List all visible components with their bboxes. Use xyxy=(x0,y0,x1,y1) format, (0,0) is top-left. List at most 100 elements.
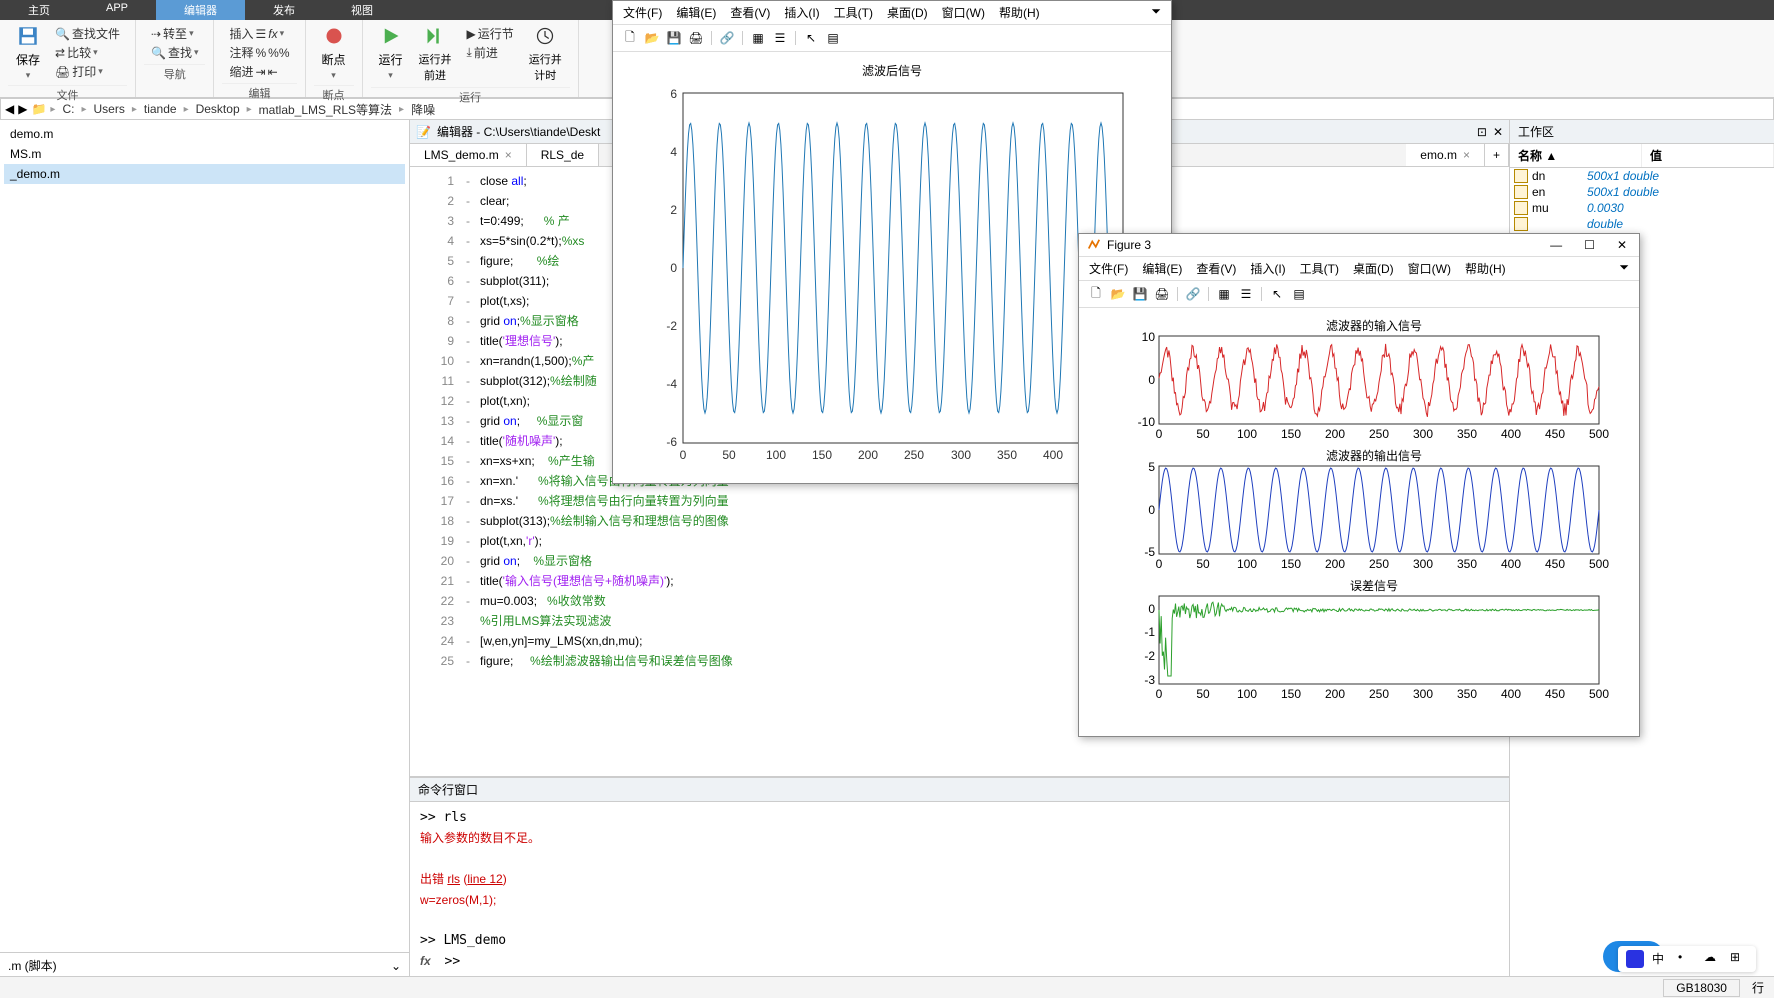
find-button[interactable]: 🔍查找▾ xyxy=(148,43,202,62)
encoding-indicator[interactable]: GB18030 xyxy=(1663,979,1740,997)
tab-home[interactable]: 主页 xyxy=(0,0,78,20)
file-item[interactable]: MS.m xyxy=(4,144,405,164)
cloud-icon[interactable]: ☁ xyxy=(1704,950,1722,968)
crumb[interactable]: matlab_LMS_RLS等算法 xyxy=(256,101,395,118)
run-time-button[interactable]: 运行并 计时 xyxy=(521,22,570,87)
baidu-icon[interactable] xyxy=(1626,950,1644,968)
menu-view[interactable]: 查看(V) xyxy=(1196,260,1236,277)
close-icon[interactable]: ✕ xyxy=(1613,238,1631,252)
open-icon[interactable]: 📂 xyxy=(643,29,661,47)
command-window-body[interactable]: >> rls 输入参数的数目不足。 出错 rls (line 12) w=zer… xyxy=(410,802,1509,978)
print-icon[interactable]: 🖨 xyxy=(687,29,705,47)
tab-editor[interactable]: 编辑器 xyxy=(156,0,245,20)
plot-tools-icon[interactable]: ▤ xyxy=(1290,285,1308,303)
pointer-icon[interactable]: ↖ xyxy=(1268,285,1286,303)
save-icon[interactable]: 💾 xyxy=(1131,285,1149,303)
crumb[interactable]: 降噪 xyxy=(408,101,438,118)
menu-insert[interactable]: 插入(I) xyxy=(784,4,819,21)
compare-button[interactable]: ⇄比较▾ xyxy=(52,43,123,62)
print-icon[interactable]: 🖨 xyxy=(1153,285,1171,303)
fwd-icon[interactable]: ▶ xyxy=(18,102,27,116)
dropdown-icon[interactable]: ⌄ xyxy=(391,959,401,973)
punct-icon[interactable]: • xyxy=(1678,950,1696,968)
minimize-icon[interactable]: — xyxy=(1546,238,1566,252)
indent-button[interactable]: 缩进 ⇥ ⇤ xyxy=(226,62,292,81)
plot-tools-icon[interactable]: ▤ xyxy=(824,29,842,47)
menu-window[interactable]: 窗口(W) xyxy=(1408,260,1451,277)
col-value[interactable]: 值 xyxy=(1642,144,1774,167)
maximize-icon[interactable]: ☐ xyxy=(1580,238,1599,252)
run-button[interactable]: 运行 ▾ xyxy=(371,22,411,87)
menu-edit[interactable]: 编辑(E) xyxy=(676,4,716,21)
run-section-button[interactable]: ▶运行节 xyxy=(464,24,517,43)
save-label: 保存 xyxy=(16,51,40,68)
run-advance-button[interactable]: 运行并 前进 xyxy=(411,22,460,87)
crumb[interactable]: tiande xyxy=(141,102,180,116)
menu-insert[interactable]: 插入(I) xyxy=(1250,260,1285,277)
menu-desktop[interactable]: 桌面(D) xyxy=(887,4,928,21)
grid-icon[interactable]: ⊞ xyxy=(1730,950,1748,968)
menu-desktop[interactable]: 桌面(D) xyxy=(1353,260,1394,277)
find-files-button[interactable]: 🔍查找文件 xyxy=(52,24,123,43)
menu-view[interactable]: 查看(V) xyxy=(730,4,770,21)
tab-app[interactable]: APP xyxy=(78,0,156,20)
figure-window-3[interactable]: Figure 3 — ☐ ✕ 文件(F) 编辑(E) 查看(V) 插入(I) 工… xyxy=(1078,233,1640,737)
comment-button[interactable]: 注释 % %% xyxy=(226,43,292,62)
close-tab-icon[interactable]: × xyxy=(505,148,512,162)
new-fig-icon[interactable]: 🗋 xyxy=(1087,285,1105,303)
editor-tab[interactable]: LMS_demo.m × xyxy=(410,144,527,166)
figure-menu: 文件(F) 编辑(E) 查看(V) 插入(I) 工具(T) 桌面(D) 窗口(W… xyxy=(613,1,1171,25)
save-button[interactable]: 保存 ▾ xyxy=(8,22,48,85)
back-icon[interactable]: ◀ xyxy=(5,102,14,116)
breakpoints-button[interactable]: 断点 ▾ xyxy=(314,22,354,85)
pointer-icon[interactable]: ↖ xyxy=(802,29,820,47)
subplot-title: 滤波器的输入信号 xyxy=(1326,318,1422,333)
crumb[interactable]: C: xyxy=(59,102,77,116)
close-tab-icon[interactable]: × xyxy=(1463,148,1470,162)
editor-tab[interactable]: RLS_de xyxy=(527,144,599,166)
goto-button[interactable]: ⇢转至▾ xyxy=(148,24,202,43)
menu-file[interactable]: 文件(F) xyxy=(623,4,662,21)
menu-more-icon[interactable]: ⏷ xyxy=(1151,4,1161,21)
insert-button[interactable]: 插入 ☰ fx ▾ xyxy=(226,24,292,43)
crumb[interactable]: Users xyxy=(90,102,127,116)
svg-text:-10: -10 xyxy=(1138,415,1156,429)
advance-button[interactable]: ⤓前进 xyxy=(464,43,517,62)
new-tab-button[interactable]: + xyxy=(1485,144,1509,166)
open-icon[interactable]: 📂 xyxy=(1109,285,1127,303)
col-name[interactable]: 名称 ▲ xyxy=(1510,144,1642,167)
menu-help[interactable]: 帮助(H) xyxy=(1465,260,1506,277)
subplot-title: 滤波器的输出信号 xyxy=(1326,448,1422,463)
menu-help[interactable]: 帮助(H) xyxy=(999,4,1040,21)
tab-publish[interactable]: 发布 xyxy=(245,0,323,20)
save-icon[interactable]: 💾 xyxy=(665,29,683,47)
colorbar-icon[interactable]: ▦ xyxy=(749,29,767,47)
figure-titlebar[interactable]: Figure 3 — ☐ ✕ xyxy=(1079,234,1639,257)
legend-icon[interactable]: ☰ xyxy=(1237,285,1255,303)
menu-tools[interactable]: 工具(T) xyxy=(1300,260,1339,277)
menu-more-icon[interactable]: ⏷ xyxy=(1619,260,1629,277)
editor-tab[interactable]: emo.m× xyxy=(1406,144,1485,166)
colorbar-icon[interactable]: ▦ xyxy=(1215,285,1233,303)
file-item[interactable]: demo.m xyxy=(4,124,405,144)
close-icon[interactable]: ✕ xyxy=(1493,125,1503,139)
file-item[interactable]: _demo.m xyxy=(4,164,405,184)
link-icon[interactable]: 🔗 xyxy=(718,29,736,47)
print-button[interactable]: 🖨打印▾ xyxy=(52,62,123,81)
svg-text:6: 6 xyxy=(670,87,677,101)
svg-text:400: 400 xyxy=(1501,687,1521,701)
maximize-icon[interactable]: ⊡ xyxy=(1477,125,1487,139)
menu-tools[interactable]: 工具(T) xyxy=(834,4,873,21)
svg-text:100: 100 xyxy=(1237,687,1257,701)
link-icon[interactable]: 🔗 xyxy=(1184,285,1202,303)
folder-icon[interactable]: 📁 xyxy=(31,102,46,116)
legend-icon[interactable]: ☰ xyxy=(771,29,789,47)
menu-edit[interactable]: 编辑(E) xyxy=(1142,260,1182,277)
new-fig-icon[interactable]: 🗋 xyxy=(621,29,639,47)
ime-icon[interactable]: 中 xyxy=(1652,950,1670,968)
menu-window[interactable]: 窗口(W) xyxy=(942,4,985,21)
menu-file[interactable]: 文件(F) xyxy=(1089,260,1128,277)
tab-label: LMS_demo.m xyxy=(424,148,499,162)
tab-view[interactable]: 视图 xyxy=(323,0,401,20)
crumb[interactable]: Desktop xyxy=(193,102,243,116)
